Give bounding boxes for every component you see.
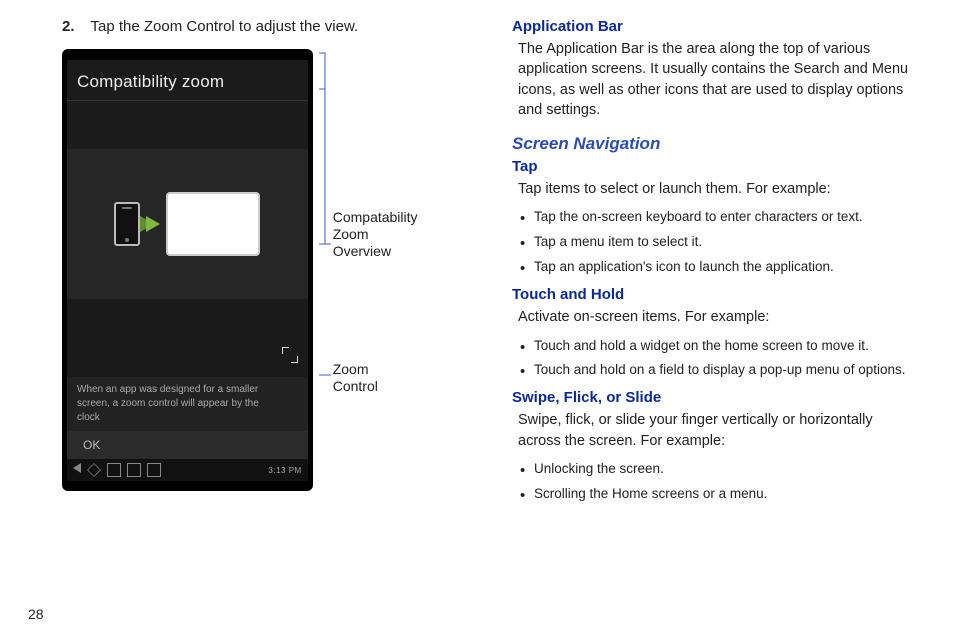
overview-graphic: [67, 149, 308, 299]
list-item: Tap the on-screen keyboard to enter char…: [520, 207, 918, 228]
dialog-title: Compatibility zoom: [67, 60, 308, 101]
menu-icon[interactable]: [147, 463, 161, 477]
list-touch-hold: Touch and hold a widget on the home scre…: [512, 336, 918, 382]
left-column: 2. Tap the Zoom Control to adjust the vie…: [62, 18, 468, 513]
list-item: Unlocking the screen.: [520, 459, 918, 480]
step-2: 2. Tap the Zoom Control to adjust the vie…: [62, 18, 468, 35]
expand-icon: [282, 347, 298, 363]
heading-screen-navigation: Screen Navigation: [512, 134, 918, 154]
mini-phone-icon: [114, 202, 140, 246]
list-item: Touch and hold on a field to display a p…: [520, 360, 918, 381]
intro-swipe: Swipe, flick, or slide your finger verti…: [518, 410, 918, 451]
list-item: Tap a menu item to select it.: [520, 232, 918, 253]
heading-tap: Tap: [512, 158, 918, 175]
list-item: Scrolling the Home screens or a menu.: [520, 484, 918, 505]
screenshot-icon[interactable]: [127, 463, 141, 477]
callout-zoom-control: Zoom Control: [333, 361, 378, 395]
tablet-icon: [166, 192, 260, 256]
right-column: Application Bar The Application Bar is t…: [512, 18, 918, 513]
ok-label: OK: [83, 438, 100, 452]
heading-touch-hold: Touch and Hold: [512, 286, 918, 303]
recent-icon[interactable]: [107, 463, 121, 477]
dialog-info-text: When an app was designed for a smaller s…: [67, 377, 308, 431]
arrow-icon: [146, 216, 160, 232]
status-time: 3:13 PM: [268, 466, 301, 475]
intro-tap: Tap items to select or launch them. For …: [518, 179, 918, 199]
page-number: 28: [28, 606, 44, 622]
list-tap: Tap the on-screen keyboard to enter char…: [512, 207, 918, 278]
heading-application-bar: Application Bar: [512, 18, 918, 35]
ok-button[interactable]: OK: [67, 431, 308, 459]
heading-swipe: Swipe, Flick, or Slide: [512, 389, 918, 406]
body-application-bar: The Application Bar is the area along th…: [518, 39, 918, 120]
step-text: Tap the Zoom Control to adjust the view.: [91, 18, 359, 35]
list-item: Touch and hold a widget on the home scre…: [520, 336, 918, 357]
system-navbar: 3:13 PM: [67, 459, 308, 481]
back-icon[interactable]: [73, 463, 81, 473]
list-swipe: Unlocking the screen. Scrolling the Home…: [512, 459, 918, 505]
callout-overview: Compatability Zoom Overview: [333, 209, 418, 259]
figure: Compatibility zoom When an app was desig…: [62, 49, 468, 491]
intro-touch-hold: Activate on-screen items. For example:: [518, 307, 918, 327]
home-icon[interactable]: [87, 463, 101, 477]
phone-screenshot: Compatibility zoom When an app was desig…: [62, 49, 313, 491]
list-item: Tap an application's icon to launch the …: [520, 257, 918, 278]
step-number: 2.: [62, 18, 75, 35]
